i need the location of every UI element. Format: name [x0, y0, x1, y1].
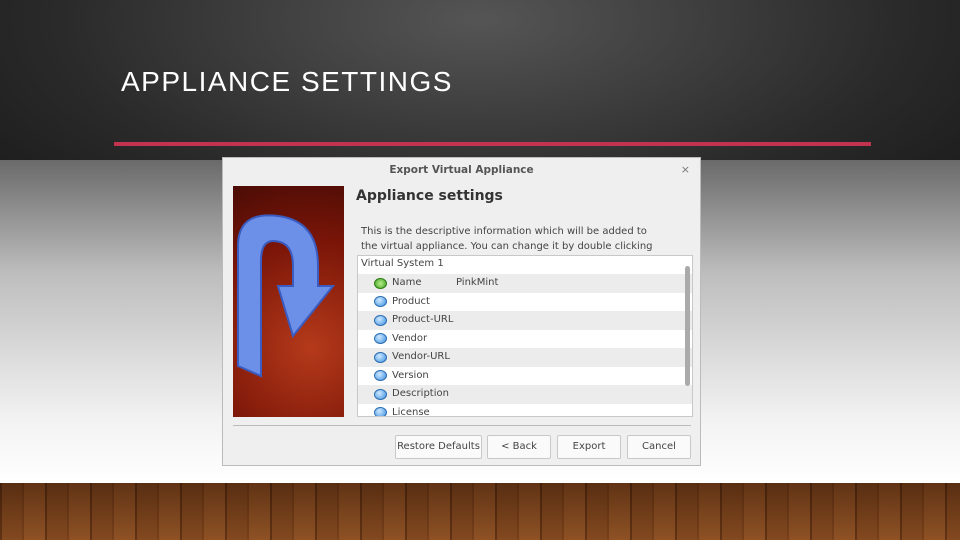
back-button[interactable]: < Back [487, 435, 551, 459]
close-icon[interactable]: × [681, 163, 690, 176]
virtual-system-group[interactable]: Virtual System 1 [358, 256, 692, 274]
settings-row[interactable]: Product [358, 293, 692, 312]
restore-defaults-button[interactable]: Restore Defaults [395, 435, 482, 459]
settings-row[interactable]: Version [358, 367, 692, 386]
separator [233, 425, 691, 426]
row-label: Vendor [392, 332, 428, 344]
row-label: Description [392, 388, 449, 400]
settings-row[interactable]: Product-URL [358, 311, 692, 330]
wizard-arrow-image [233, 186, 344, 417]
title-divider [114, 142, 871, 146]
settings-row[interactable]: Vendor [358, 330, 692, 349]
row-label: Product [392, 295, 430, 307]
cancel-button[interactable]: Cancel [627, 435, 691, 459]
row-label: Product-URL [392, 314, 454, 326]
appliance-settings-list[interactable]: Virtual System 1 Name PinkMint Product Prod… [357, 255, 693, 417]
settings-row[interactable]: Vendor-URL [358, 348, 692, 367]
row-label: License [392, 406, 430, 417]
wood-floor [0, 483, 960, 540]
description-bubble-icon [374, 351, 387, 363]
slide-title: APPLIANCE SETTINGS [121, 66, 453, 97]
row-label: Name [392, 277, 422, 289]
description-bubble-icon [374, 314, 387, 326]
scrollbar[interactable] [685, 266, 690, 386]
settings-row[interactable]: Description [358, 385, 692, 404]
name-icon [374, 277, 387, 289]
row-value: PinkMint [456, 277, 499, 289]
description-bubble-icon [374, 370, 387, 382]
row-label: Vendor-URL [392, 351, 450, 363]
description-bubble-icon [374, 296, 387, 308]
export-dialog: Export Virtual Appliance × Appliance set… [222, 157, 701, 466]
description-bubble-icon [374, 333, 387, 345]
row-label: Version [392, 369, 429, 381]
settings-row[interactable]: License [358, 404, 692, 417]
description-bubble-icon [374, 407, 387, 416]
section-heading: Appliance settings [356, 188, 503, 204]
export-button[interactable]: Export [557, 435, 621, 459]
description-bubble-icon [374, 388, 387, 400]
dialog-title: Export Virtual Appliance [389, 164, 534, 176]
settings-row[interactable]: Name PinkMint [358, 274, 692, 293]
